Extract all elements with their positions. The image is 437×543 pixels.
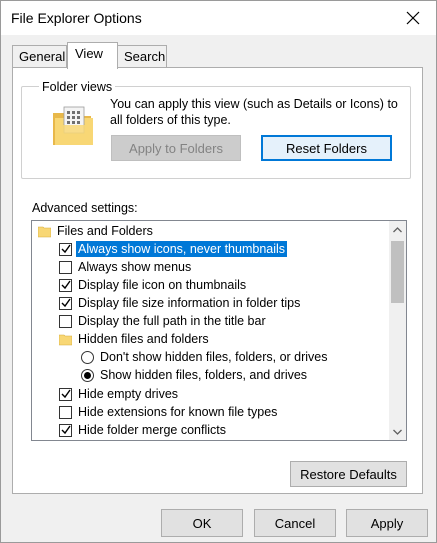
checkbox[interactable]: [59, 387, 72, 401]
tab-general[interactable]: General: [12, 45, 67, 68]
radio-dot: [84, 371, 91, 379]
scroll-down-button[interactable]: [389, 423, 406, 440]
checkbox[interactable]: [59, 242, 72, 256]
advanced-settings-tree[interactable]: Files and Folders Always show icons, nev…: [31, 220, 407, 441]
apply-to-folders-label: Apply to Folders: [129, 140, 223, 156]
setting-display-file-icon-thumbnails[interactable]: Display file icon on thumbnails: [59, 276, 246, 294]
setting-always-show-icons[interactable]: Always show icons, never thumbnails: [59, 240, 288, 258]
tree-folder-files-and-folders: Files and Folders: [38, 222, 153, 240]
setting-dont-show-hidden[interactable]: Don't show hidden files, folders, or dri…: [81, 348, 328, 366]
vertical-scrollbar[interactable]: [389, 221, 406, 440]
checkbox[interactable]: [59, 405, 72, 419]
setting-always-show-menus[interactable]: Always show menus: [59, 258, 191, 276]
title-bar: File Explorer Options: [1, 1, 436, 35]
checkbox[interactable]: [59, 260, 72, 274]
setting-display-file-size[interactable]: Display file size information in folder …: [59, 294, 300, 312]
setting-display-full-path[interactable]: Display the full path in the title bar: [59, 312, 266, 330]
setting-label: Don't show hidden files, folders, or dri…: [100, 350, 328, 364]
ok-label: OK: [192, 515, 212, 531]
setting-hide-folder-merge[interactable]: Hide folder merge conflicts: [59, 421, 226, 439]
chevron-down-icon: [393, 429, 402, 435]
folder-views-description: You can apply this view (such as Details…: [110, 97, 398, 127]
ok-button[interactable]: OK: [161, 509, 243, 537]
cancel-button[interactable]: Cancel: [254, 509, 336, 537]
folder-icon: [38, 226, 51, 237]
setting-label: Display file size information in folder …: [78, 296, 301, 310]
scroll-up-button[interactable]: [389, 221, 406, 238]
restore-defaults-button[interactable]: Restore Defaults: [290, 461, 407, 487]
check-icon: [61, 244, 71, 254]
chevron-up-icon: [393, 226, 402, 232]
apply-label: Apply: [370, 515, 404, 531]
check-icon: [61, 389, 71, 399]
setting-label: Show hidden files, folders, and drives: [100, 368, 308, 382]
radio-button[interactable]: [81, 350, 94, 364]
checkbox[interactable]: [59, 296, 72, 310]
tree-folder-hidden-files: Hidden files and folders: [59, 330, 209, 348]
reset-folders-button[interactable]: Reset Folders: [261, 135, 392, 161]
check-icon: [61, 425, 71, 435]
radio-button[interactable]: [81, 368, 94, 382]
setting-label: Always show menus: [78, 260, 192, 274]
checkbox[interactable]: [59, 314, 72, 328]
cancel-label: Cancel: [274, 515, 316, 531]
setting-hide-extensions[interactable]: Hide extensions for known file types: [59, 403, 277, 421]
tab-search[interactable]: Search: [117, 45, 167, 68]
folder-views-icon: [53, 106, 93, 145]
file-explorer-options-dialog: File Explorer Options General View Searc…: [0, 0, 437, 543]
checkbox[interactable]: [59, 423, 72, 437]
check-icon: [61, 298, 71, 308]
restore-defaults-label: Restore Defaults: [300, 466, 397, 482]
setting-show-hidden[interactable]: Show hidden files, folders, and drives: [81, 366, 307, 384]
setting-label: Hide empty drives: [78, 387, 179, 401]
window-title: File Explorer Options: [11, 10, 142, 26]
check-icon: [61, 280, 71, 290]
setting-label: Always show icons, never thumbnails: [76, 241, 288, 257]
apply-button[interactable]: Apply: [346, 509, 428, 537]
folder-views-label: Folder views: [39, 80, 116, 94]
apply-to-folders-button[interactable]: Apply to Folders: [111, 135, 241, 161]
tree-folder-label: Files and Folders: [57, 224, 153, 238]
setting-label: Hide folder merge conflicts: [78, 423, 226, 437]
setting-hide-empty-drives[interactable]: Hide empty drives: [59, 385, 178, 403]
tab-general-label: General: [19, 49, 66, 64]
folder-icon: [59, 334, 72, 345]
checkbox[interactable]: [59, 278, 72, 292]
tree-folder-label: Hidden files and folders: [78, 332, 209, 346]
advanced-settings-label: Advanced settings:: [32, 201, 138, 215]
setting-label: Display the full path in the title bar: [78, 314, 266, 328]
tab-view-label: View: [75, 46, 103, 61]
setting-label: Display file icon on thumbnails: [78, 278, 247, 292]
scrollbar-thumb[interactable]: [391, 241, 404, 303]
reset-folders-label: Reset Folders: [286, 140, 367, 156]
tab-view[interactable]: View: [67, 42, 118, 69]
tab-search-label: Search: [124, 49, 166, 64]
setting-label: Hide extensions for known file types: [78, 405, 278, 419]
close-icon: [406, 11, 420, 25]
close-button[interactable]: [390, 1, 436, 35]
